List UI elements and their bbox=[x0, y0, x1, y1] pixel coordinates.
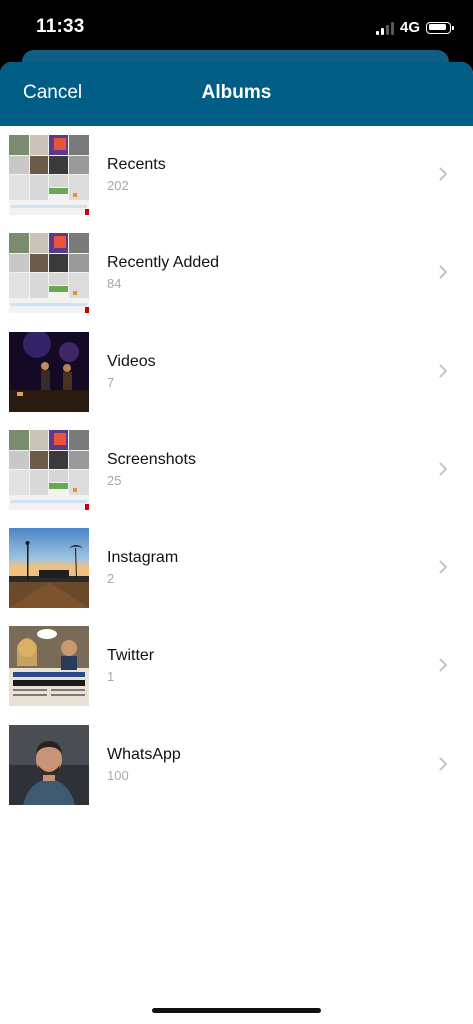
chevron-right-icon bbox=[439, 265, 447, 279]
album-row-recents[interactable]: Recents 202 bbox=[0, 134, 473, 232]
album-count: 202 bbox=[107, 178, 129, 193]
chevron-right-icon bbox=[439, 757, 447, 771]
album-count: 7 bbox=[107, 374, 115, 390]
album-name: Instagram bbox=[107, 549, 179, 567]
chevron-right-icon bbox=[439, 364, 447, 378]
album-list: Recents 202 Recently Added 84 Videos 7 S… bbox=[0, 126, 473, 822]
album-thumbnail bbox=[9, 724, 89, 805]
album-thumbnail bbox=[9, 429, 89, 510]
album-count: 2 bbox=[107, 571, 115, 587]
album-row-whatsapp[interactable]: WhatsApp 100 bbox=[0, 724, 473, 822]
album-thumbnail bbox=[9, 135, 89, 215]
albums-sheet: Cancel Albums Recents 202 Recently Added… bbox=[0, 62, 473, 1024]
chevron-right-icon bbox=[439, 560, 447, 574]
album-thumbnail bbox=[9, 331, 89, 412]
album-count: 100 bbox=[107, 767, 129, 783]
album-row-screenshots[interactable]: Screenshots 25 bbox=[0, 429, 473, 527]
album-thumbnail bbox=[9, 528, 89, 609]
album-name: Recently Added bbox=[107, 254, 220, 272]
nav-bar: Cancel Albums bbox=[0, 62, 473, 126]
page-title: Albums bbox=[201, 82, 272, 103]
battery-icon bbox=[426, 21, 454, 34]
album-row-videos[interactable]: Videos 7 bbox=[0, 331, 473, 429]
album-thumbnail bbox=[9, 233, 89, 314]
album-name: Videos bbox=[107, 352, 156, 370]
album-row-instagram[interactable]: Instagram 2 bbox=[0, 527, 473, 625]
chevron-right-icon bbox=[439, 167, 447, 181]
cellular-signal-icon bbox=[375, 21, 394, 35]
album-row-twitter[interactable]: Twitter 1 bbox=[0, 625, 473, 723]
album-thumbnail bbox=[9, 626, 89, 707]
home-indicator[interactable] bbox=[152, 1008, 321, 1013]
chevron-right-icon bbox=[439, 462, 447, 476]
status-indicators: 4G bbox=[375, 19, 454, 36]
status-time: 11:33 bbox=[36, 16, 85, 37]
album-count: 25 bbox=[107, 472, 122, 488]
chevron-right-icon bbox=[439, 658, 447, 672]
album-name: Twitter bbox=[107, 647, 155, 665]
album-name: WhatsApp bbox=[107, 745, 181, 763]
network-label: 4G bbox=[399, 19, 420, 36]
status-bar: 11:33 4G bbox=[0, 0, 473, 56]
album-name: Screenshots bbox=[107, 450, 196, 468]
album-count: 1 bbox=[107, 669, 115, 685]
album-name: Recents bbox=[107, 156, 166, 173]
album-row-recently-added[interactable]: Recently Added 84 bbox=[0, 232, 473, 330]
album-count: 84 bbox=[107, 276, 122, 292]
